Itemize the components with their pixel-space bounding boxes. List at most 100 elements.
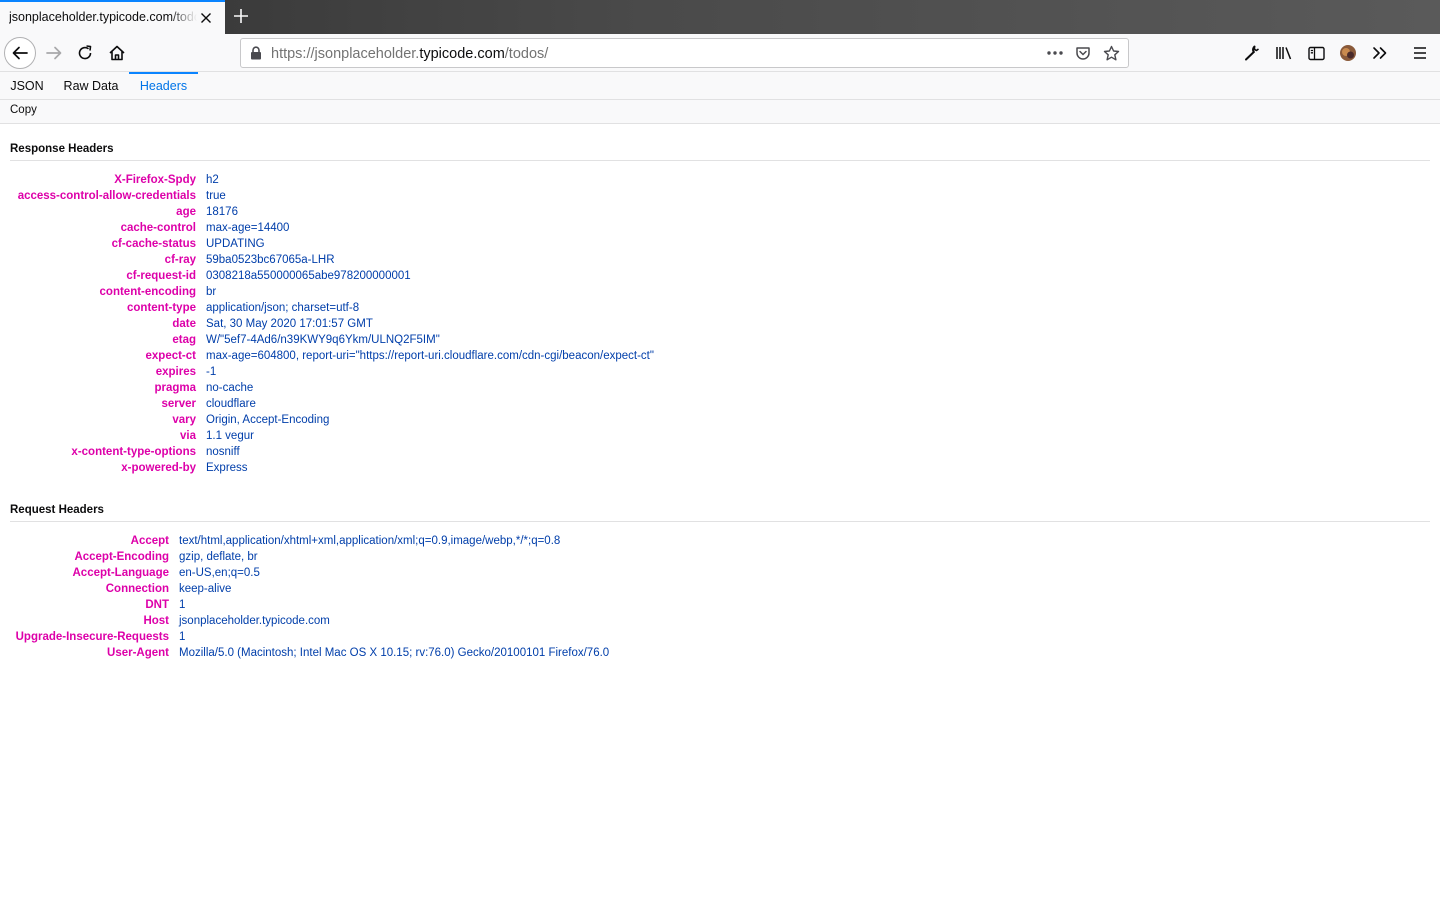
browser-tab-active[interactable]: jsonplaceholder.typicode.com/todos/ xyxy=(0,0,225,34)
header-row: Connection keep-alive xyxy=(10,581,609,597)
header-row: cf-request-id 0308218a550000065abe9782000… xyxy=(10,268,654,284)
header-row: etag W/"5ef7-4Ad6/n39KWY9q6Ykm/ULNQ2F5IM" xyxy=(10,332,654,348)
divider xyxy=(10,160,1430,161)
header-row: Accept-Encoding gzip, deflate, br xyxy=(10,549,609,565)
sidebar-icon[interactable] xyxy=(1302,39,1330,67)
header-name: date xyxy=(172,318,196,330)
header-name: cf-ray xyxy=(164,254,196,266)
header-value: -1 xyxy=(206,366,217,378)
header-name: X-Firefox-Spdy xyxy=(114,174,196,186)
header-row: content-type application/json; charset=ut… xyxy=(10,300,654,316)
header-value: Express xyxy=(206,462,248,474)
header-row: x-content-type-options nosniff xyxy=(10,444,654,460)
header-row: cf-cache-status UPDATING xyxy=(10,236,654,252)
header-row: Accept-Language en-US,en;q=0.5 xyxy=(10,565,609,581)
pocket-icon[interactable] xyxy=(1072,42,1094,64)
header-value: UPDATING xyxy=(206,238,265,250)
header-name: Upgrade-Insecure-Requests xyxy=(15,631,169,643)
header-value: no-cache xyxy=(206,382,254,394)
header-value: cloudflare xyxy=(206,398,256,410)
header-value: keep-alive xyxy=(179,583,232,595)
header-value: Mozilla/5.0 (Macintosh; Intel Mac OS X 1… xyxy=(179,647,610,659)
header-name: via xyxy=(180,430,196,442)
header-name: cf-request-id xyxy=(126,270,196,282)
header-row: cache-control max-age=14400 xyxy=(10,220,654,236)
request-headers-title: Request Headers xyxy=(10,504,104,516)
overflow-chevrons-icon[interactable] xyxy=(1366,39,1394,67)
header-name: x-content-type-options xyxy=(71,446,196,458)
url-text[interactable]: https://jsonplaceholder.typicode.com/tod… xyxy=(271,46,548,62)
header-name: vary xyxy=(172,414,196,426)
header-name: Host xyxy=(143,615,169,627)
tab-json[interactable]: JSON xyxy=(0,72,54,100)
header-name: etag xyxy=(172,334,196,346)
tab-strip: jsonplaceholder.typicode.com/todos/ xyxy=(0,0,1440,34)
header-value: Origin, Accept-Encoding xyxy=(206,414,330,426)
header-name: pragma xyxy=(154,382,196,394)
header-name: server xyxy=(161,398,196,410)
header-name: expires xyxy=(155,366,196,378)
header-value: jsonplaceholder.typicode.com xyxy=(179,615,330,627)
header-value: br xyxy=(206,286,217,298)
lock-icon[interactable] xyxy=(249,46,263,60)
header-value: 1.1 vegur xyxy=(206,430,254,442)
header-value: gzip, deflate, br xyxy=(179,551,258,563)
header-value: W/"5ef7-4Ad6/n39KWY9q6Ykm/ULNQ2F5IM" xyxy=(206,334,440,346)
header-row: via 1.1 vegur xyxy=(10,428,654,444)
url-subdomain: jsonplaceholder. xyxy=(314,46,420,62)
url-bar[interactable]: https://jsonplaceholder.typicode.com/tod… xyxy=(240,38,1129,68)
home-icon[interactable] xyxy=(101,37,133,69)
header-name: content-encoding xyxy=(99,286,196,298)
header-name: cache-control xyxy=(120,222,196,234)
star-icon[interactable] xyxy=(1100,42,1122,64)
header-row: X-Firefox-Spdy h2 xyxy=(10,172,654,188)
tab-title: jsonplaceholder.typicode.com/todos/ xyxy=(9,10,197,24)
header-row: date Sat, 30 May 2020 17:01:57 GMT xyxy=(10,316,654,332)
copy-button[interactable]: Copy xyxy=(10,104,37,116)
header-name: Connection xyxy=(105,583,169,595)
header-value: 18176 xyxy=(206,206,238,218)
header-value: max-age=14400 xyxy=(206,222,290,234)
headers-toolbar: Copy xyxy=(0,100,1440,124)
response-headers-list: X-Firefox-Spdy h2 access-control-allow-cr… xyxy=(10,172,654,476)
tab-headers[interactable]: Headers xyxy=(129,72,198,100)
header-row: vary Origin, Accept-Encoding xyxy=(10,412,654,428)
header-value: text/html,application/xhtml+xml,applicat… xyxy=(179,535,561,547)
avatar[interactable] xyxy=(1334,39,1362,67)
request-headers-list: Accept text/html,application/xhtml+xml,ap… xyxy=(10,533,610,661)
url-domain: typicode.com xyxy=(419,46,505,62)
header-row: server cloudflare xyxy=(10,396,654,412)
plus-icon[interactable] xyxy=(229,4,253,28)
navigation-toolbar: https://jsonplaceholder.typicode.com/tod… xyxy=(0,34,1440,72)
header-row: age 18176 xyxy=(10,204,654,220)
more-icon[interactable] xyxy=(1044,42,1066,64)
response-headers-title: Response Headers xyxy=(10,143,114,155)
reload-icon[interactable] xyxy=(69,37,101,69)
header-row: Host jsonplaceholder.typicode.com xyxy=(10,613,609,629)
library-icon[interactable] xyxy=(1270,39,1298,67)
header-name: expect-ct xyxy=(145,350,197,362)
header-name: content-type xyxy=(127,302,196,314)
wrench-icon[interactable] xyxy=(1238,39,1266,67)
hamburger-menu-icon[interactable] xyxy=(1406,39,1434,67)
header-row: content-encoding br xyxy=(10,284,654,300)
header-value: Sat, 30 May 2020 17:01:57 GMT xyxy=(206,318,373,330)
header-value: 0308218a550000065abe978200000001 xyxy=(206,270,411,282)
header-name: DNT xyxy=(145,599,169,611)
header-value: nosniff xyxy=(206,446,240,458)
close-icon[interactable] xyxy=(196,8,216,28)
header-value: h2 xyxy=(206,174,219,186)
header-row: cf-ray 59ba0523bc67065a-LHR xyxy=(10,252,654,268)
url-path: /todos/ xyxy=(504,46,549,62)
header-name: cf-cache-status xyxy=(111,238,196,250)
forward-arrow-icon[interactable] xyxy=(38,37,70,69)
header-row: Accept text/html,application/xhtml+xml,ap… xyxy=(10,533,609,549)
tab-raw-data[interactable]: Raw Data xyxy=(54,72,128,100)
header-row: expires -1 xyxy=(10,364,654,380)
header-name: x-powered-by xyxy=(121,462,196,474)
viewer-tabbar: JSON Raw Data Headers xyxy=(0,72,1440,100)
header-row: access-control-allow-credentials true xyxy=(10,188,654,204)
header-name: Accept xyxy=(130,535,169,547)
header-name: access-control-allow-credentials xyxy=(17,190,196,202)
back-arrow-icon[interactable] xyxy=(4,37,36,69)
